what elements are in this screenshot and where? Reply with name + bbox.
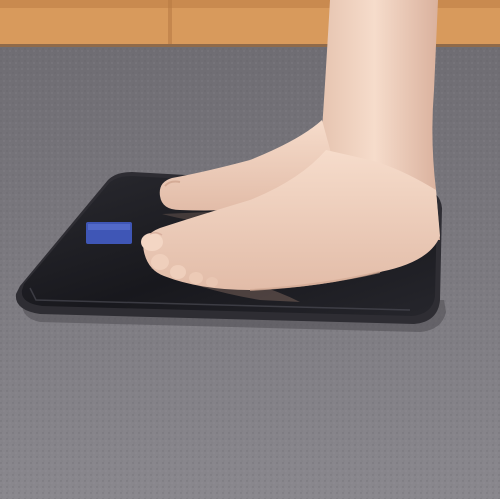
photo-illustration bbox=[0, 0, 500, 499]
photo-scene bbox=[0, 0, 500, 499]
